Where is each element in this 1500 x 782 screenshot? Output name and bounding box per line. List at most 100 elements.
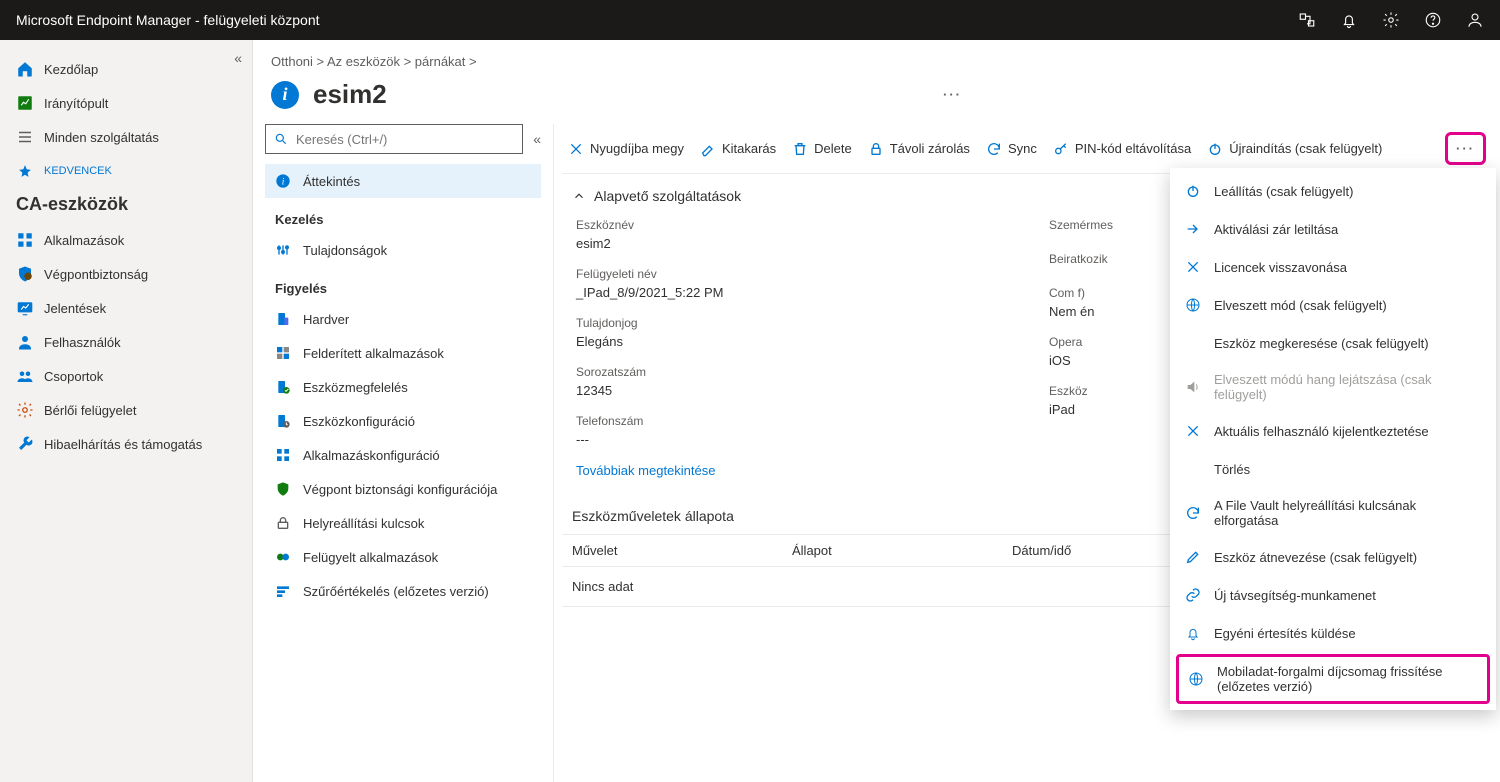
sidebar-item-dashboard[interactable]: Irányítópult [0, 86, 252, 120]
dropdown-item[interactable]: Eszköz megkeresése (csak felügyelt) [1170, 324, 1496, 362]
monitor-item-icon [275, 481, 291, 497]
resource-item-label: Tulajdonságok [303, 243, 387, 258]
sidebar-item-tenant-admin[interactable]: Bérlői felügyelet [0, 393, 252, 427]
dropdown-item[interactable]: Leállítás (csak felügyelt) [1170, 172, 1496, 210]
dropdown-item-label: A File Vault helyreállítási kulcsának el… [1214, 498, 1482, 528]
sidebar-item-home[interactable]: Kezdőlap [0, 52, 252, 86]
dropdown-item[interactable]: Aktuális felhasználó kijelentkeztetése [1170, 412, 1496, 450]
cmd-restart[interactable]: Újraindítás (csak felügyelt) [1207, 141, 1382, 157]
feedback-icon[interactable] [1466, 11, 1484, 29]
lock-icon [868, 141, 884, 157]
dropdown-item-label: Eszköz átnevezése (csak felügyelt) [1214, 550, 1417, 565]
monitor-item-icon [275, 345, 291, 361]
dropdown-item-label: Mobiladat-forgalmi díjcsomag frissítése … [1217, 664, 1479, 694]
dropdown-item[interactable]: Mobiladat-forgalmi díjcsomag frissítése … [1176, 654, 1490, 704]
x-icon [1184, 422, 1202, 440]
search-input[interactable] [296, 132, 514, 147]
sidebar-item-reports[interactable]: Jelentések [0, 291, 252, 325]
resource-item-label: Áttekintés [303, 174, 360, 189]
dropdown-item[interactable]: Elveszett mód (csak felügyelt) [1170, 286, 1496, 324]
resource-item-monitor[interactable]: Eszközkonfiguráció [265, 404, 541, 438]
command-bar: Nyugdíjba megy Kitakarás Delete Távoli z… [562, 124, 1492, 174]
monitor-item-icon [275, 583, 291, 599]
cmd-label: Kitakarás [722, 141, 776, 156]
cmd-retire[interactable]: Nyugdíjba megy [568, 141, 684, 157]
dropdown-item[interactable]: Eszköz átnevezése (csak felügyelt) [1170, 538, 1496, 576]
monitor-item-icon [275, 311, 291, 327]
dropdown-item[interactable]: A File Vault helyreállítási kulcsának el… [1170, 488, 1496, 538]
resource-item-label: Alkalmazáskonfiguráció [303, 448, 440, 463]
resource-item-label: Eszközkonfiguráció [303, 414, 415, 429]
bell-icon[interactable] [1340, 11, 1358, 29]
cmd-remote-lock[interactable]: Távoli zárolás [868, 141, 970, 157]
groups-icon [16, 367, 34, 385]
dropdown-item[interactable]: Egyéni értesítés küldése [1170, 614, 1496, 652]
cmd-label: Távoli zárolás [890, 141, 970, 156]
more-actions-dropdown: Leállítás (csak felügyelt)Aktiválási zár… [1170, 168, 1496, 710]
help-icon[interactable] [1424, 11, 1442, 29]
essentials-label: Tulajdonjog [576, 316, 1009, 330]
cmd-delete[interactable]: Delete [792, 141, 852, 157]
resource-item-label: Helyreállítási kulcsok [303, 516, 424, 531]
essentials-label: Eszköznév [576, 218, 1009, 232]
cmd-wipe[interactable]: Kitakarás [700, 141, 776, 157]
essentials-field: Sorozatszám12345 [576, 365, 1009, 398]
sidebar-item-groups[interactable]: Csoportok [0, 359, 252, 393]
sidebar-item-endpoint-security[interactable]: Végpontbiztonság [0, 257, 252, 291]
dropdown-item-label: Törlés [1214, 462, 1250, 477]
gear-icon[interactable] [1382, 11, 1400, 29]
resource-item-monitor[interactable]: Végpont biztonsági konfigurációja [265, 472, 541, 506]
cmd-more-button[interactable]: ··· [1445, 132, 1486, 165]
table-col-status: Állapot [792, 543, 1012, 558]
breadcrumb[interactable]: Otthoni > Az eszközök > párnákat > [253, 40, 1500, 75]
monitor-item-icon [275, 549, 291, 565]
resource-item-monitor[interactable]: Eszközmegfelelés [265, 370, 541, 404]
essentials-label: Felügyeleti név [576, 267, 1009, 281]
wrench-icon [16, 435, 34, 453]
sidebar-item-all-services[interactable]: Minden szolgáltatás [0, 120, 252, 154]
essentials-value: esim2 [576, 236, 1009, 251]
page-title: esim2 [313, 79, 387, 110]
star-icon [16, 162, 34, 180]
resource-item-monitor[interactable]: Felügyelt alkalmazások [265, 540, 541, 574]
resource-menu: « i Áttekintés Kezelés Tulajdonságok Fig… [253, 124, 553, 782]
dropdown-item-label: Új távsegítség-munkamenet [1214, 588, 1376, 603]
sidebar-collapse-icon[interactable]: « [234, 50, 242, 66]
resource-menu-collapse-icon[interactable]: « [533, 131, 541, 147]
globe-icon [1187, 670, 1205, 688]
page-header-more-icon[interactable]: ··· [943, 87, 962, 102]
sidebar-item-label: Jelentések [44, 301, 106, 316]
cmd-sync[interactable]: Sync [986, 141, 1037, 157]
sidebar-item-users[interactable]: Felhasználók [0, 325, 252, 359]
sidebar-favorites-header[interactable]: KEDVENCEK [0, 154, 252, 188]
resource-item-monitor[interactable]: Helyreállítási kulcsok [265, 506, 541, 540]
search-icon [274, 132, 288, 146]
dropdown-item[interactable]: Új távsegítség-munkamenet [1170, 576, 1496, 614]
resource-item-properties[interactable]: Tulajdonságok [265, 233, 541, 267]
essentials-field: Telefonszám--- [576, 414, 1009, 447]
sidebar-item-troubleshoot[interactable]: Hibaelhárítás és támogatás [0, 427, 252, 461]
resource-item-monitor[interactable]: Hardver [265, 302, 541, 336]
list-icon [16, 128, 34, 146]
directory-icon[interactable] [1298, 11, 1316, 29]
sidebar-item-label: Alkalmazások [44, 233, 124, 248]
dropdown-item-label: Elveszett mód (csak felügyelt) [1214, 298, 1387, 313]
dropdown-item[interactable]: Aktiválási zár letiltása [1170, 210, 1496, 248]
sidebar-item-label: Hibaelhárítás és támogatás [44, 437, 202, 452]
home-icon [16, 60, 34, 78]
resource-item-monitor[interactable]: Felderített alkalmazások [265, 336, 541, 370]
resource-item-monitor[interactable]: Alkalmazáskonfiguráció [265, 438, 541, 472]
sidebar-item-label: Irányítópult [44, 96, 108, 111]
cmd-remove-pin[interactable]: PIN-kód eltávolítása [1053, 141, 1191, 157]
dropdown-item[interactable]: Licencek visszavonása [1170, 248, 1496, 286]
dropdown-item[interactable]: Törlés [1170, 450, 1496, 488]
resource-item-overview[interactable]: i Áttekintés [265, 164, 541, 198]
dropdown-item-label: Egyéni értesítés küldése [1214, 626, 1356, 641]
dropdown-item-label: Aktuális felhasználó kijelentkeztetése [1214, 424, 1429, 439]
essentials-field: Felügyeleti név_IPad_8/9/2021_5:22 PM [576, 267, 1009, 300]
power-icon [1207, 141, 1223, 157]
table-col-action: Művelet [572, 543, 792, 558]
resource-item-monitor[interactable]: Szűrőértékelés (előzetes verzió) [265, 574, 541, 608]
sidebar-item-apps[interactable]: Alkalmazások [0, 223, 252, 257]
search-box[interactable] [265, 124, 523, 154]
